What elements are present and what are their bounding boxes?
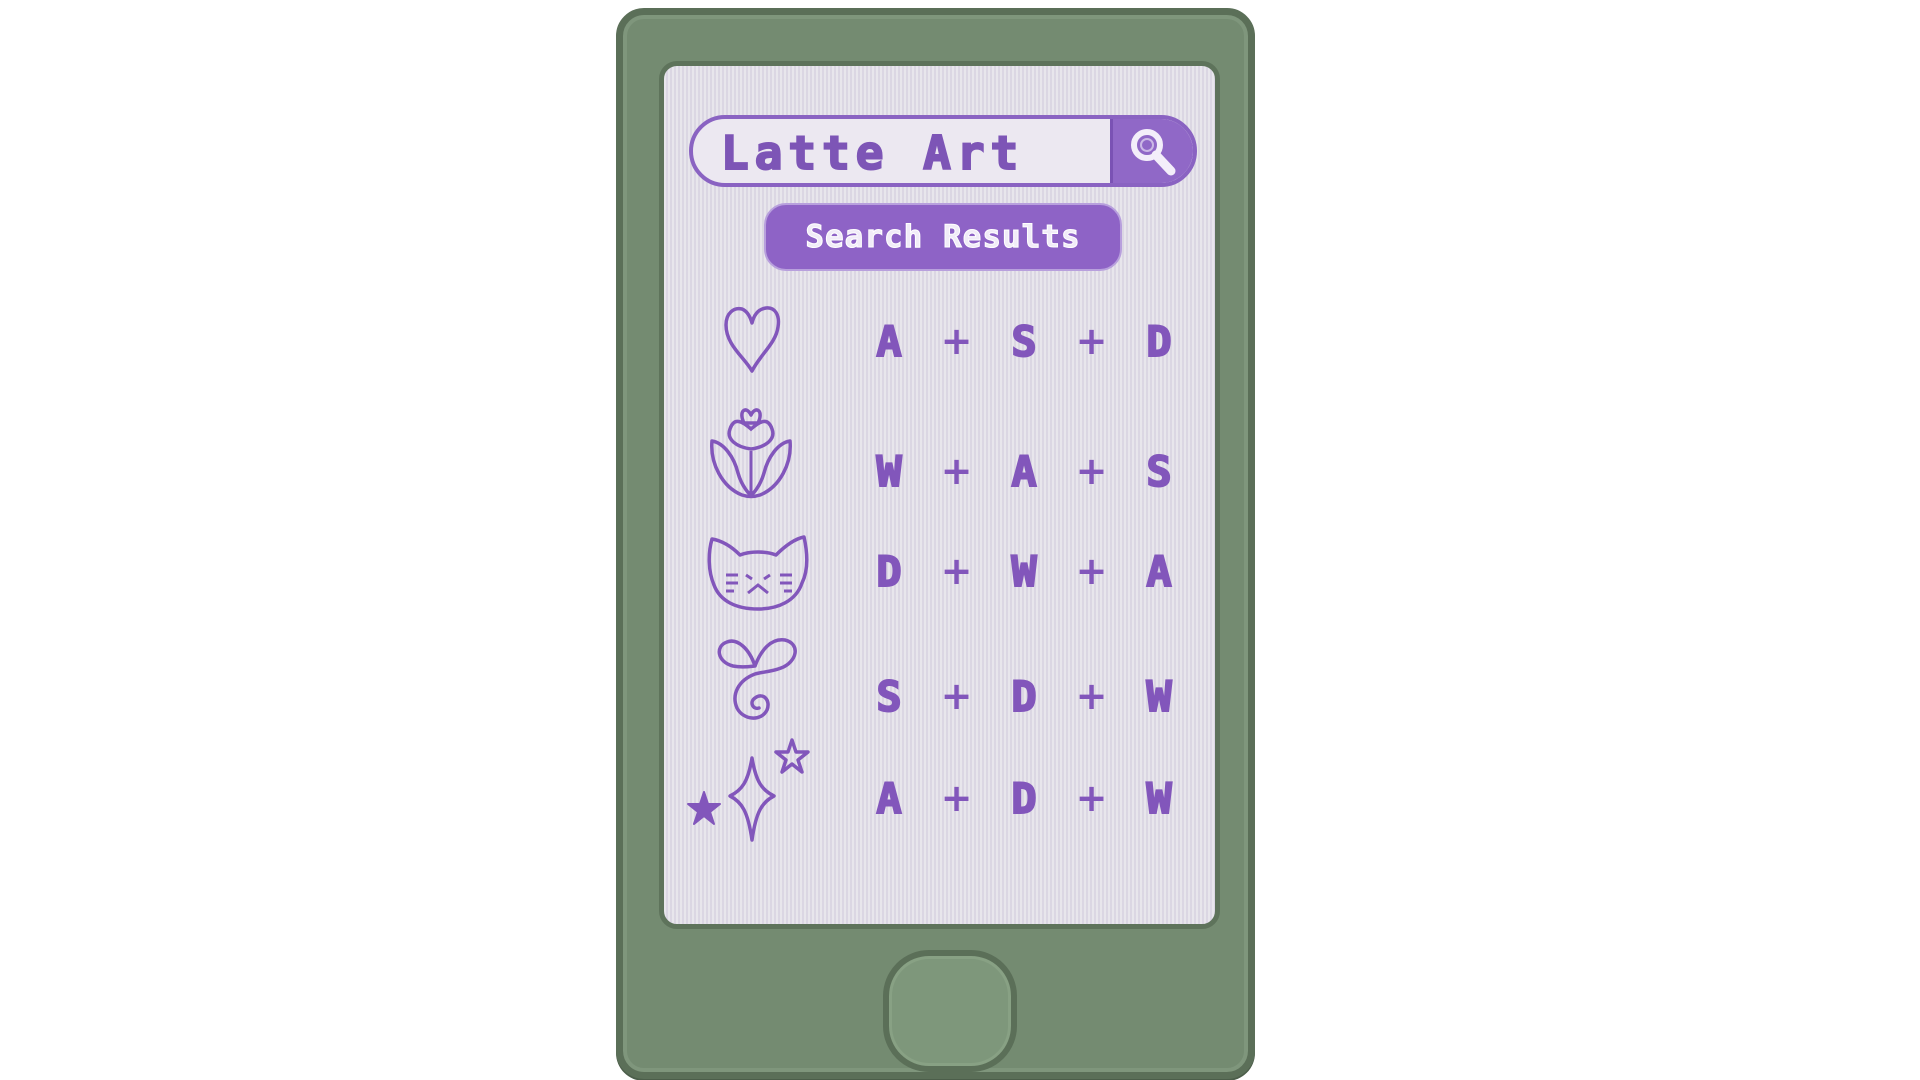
plus-sign: + [940,319,973,363]
key-1: A [875,773,902,824]
sparkle-stars-icon [687,738,810,842]
plus-sign: + [940,449,973,493]
key-3: W [1145,773,1172,824]
key-combo: A + D + W [864,768,1184,828]
plus-sign: + [940,549,973,593]
search-query-text[interactable]: Latte Art [720,123,1024,183]
key-combo: D + W + A [864,541,1184,601]
key-3: W [1145,671,1172,722]
result-row[interactable]: S + D + W [664,628,1215,728]
key-2: D [1010,671,1037,722]
key-2: A [1010,446,1037,497]
plus-sign: + [940,674,973,718]
plus-sign: + [1075,549,1108,593]
key-3: A [1145,546,1172,597]
plus-sign: + [1075,776,1108,820]
key-2: D [1010,773,1037,824]
key-2: S [1010,316,1037,367]
key-1: D [875,546,902,597]
magnifier-icon [1131,129,1176,176]
key-2: W [1010,546,1037,597]
home-button[interactable] [883,950,1017,1072]
swirl-heart-icon [717,638,797,720]
plus-sign: + [1075,319,1108,363]
result-row[interactable]: D + W + A [664,531,1215,621]
game-stage: Latte Art Search Results A + S + D W + A… [0,0,1920,1080]
phone-screen: Latte Art Search Results A + S + D W + A… [659,61,1220,929]
rose-icon [710,408,792,499]
key-1: A [875,316,902,367]
phone-device: Latte Art Search Results A + S + D W + A… [616,8,1255,1079]
result-row[interactable]: A + S + D [664,301,1215,381]
plus-sign: + [940,776,973,820]
key-combo: S + D + W [864,666,1184,726]
key-combo: W + A + S [864,441,1184,501]
key-1: W [875,446,902,497]
plus-sign: + [1075,449,1108,493]
plus-sign: + [1075,674,1108,718]
result-row[interactable]: A + D + W [664,738,1215,848]
key-3: D [1145,316,1172,367]
key-combo: A + S + D [864,311,1184,371]
search-bar[interactable]: Latte Art [689,115,1197,187]
key-3: S [1145,446,1172,497]
cat-face-icon [707,535,809,611]
result-row[interactable]: W + A + S [664,401,1215,501]
key-1: S [875,671,902,722]
search-button[interactable] [1110,119,1193,183]
heart-icon [724,306,781,373]
search-results-label: Search Results [764,203,1122,271]
